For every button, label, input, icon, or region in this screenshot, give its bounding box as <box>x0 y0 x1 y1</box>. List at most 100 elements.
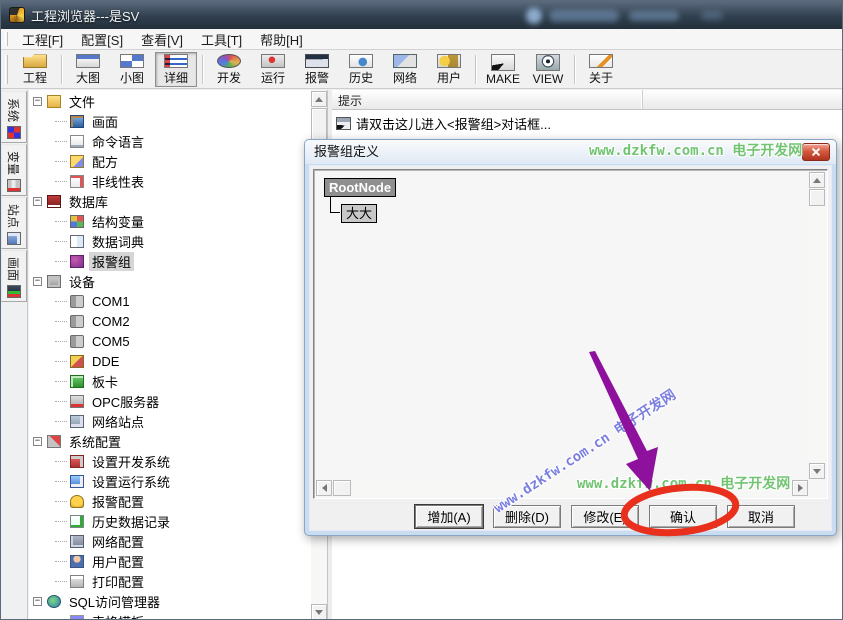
dialog-titlebar[interactable]: 报警组定义 <box>305 140 836 164</box>
modify-button[interactable]: 修改(E) <box>571 505 639 528</box>
network-icon <box>393 54 417 68</box>
sysconfig-icon <box>47 435 61 448</box>
tree-scroll-up-button[interactable] <box>311 91 327 107</box>
menubar-grip[interactable] <box>5 32 8 46</box>
titlebar-glow <box>701 11 723 20</box>
tree-item-screen[interactable]: 画面 <box>29 111 310 131</box>
menu-item-config[interactable]: 配置[S] <box>72 28 132 51</box>
tree-item-dde[interactable]: DDE <box>29 351 310 371</box>
tab-system[interactable]: 系统 <box>1 91 27 143</box>
tree-item-struct-variable[interactable]: 结构变量 <box>29 211 310 231</box>
toolbar-label-network: 网络 <box>393 69 417 86</box>
dialog-scroll-down-button[interactable] <box>809 463 825 479</box>
expand-toggle-icon[interactable]: − <box>33 197 42 206</box>
dialog-hscroll-thumb[interactable] <box>333 480 351 496</box>
tree-item-device[interactable]: −设备 <box>29 271 310 291</box>
tree-item-table-template[interactable]: 表格模板 <box>29 611 310 620</box>
dialog-scroll-left-button[interactable] <box>316 480 332 496</box>
toolbar-grip[interactable] <box>5 55 8 85</box>
dialog-vscroll-thumb[interactable] <box>809 189 825 206</box>
toolbar-button-small-icons[interactable]: 小图 <box>111 52 153 87</box>
dialog-vscroll-track[interactable] <box>809 172 825 479</box>
dialog-hscroll-track[interactable] <box>316 480 808 496</box>
tree-item-label: COM2 <box>89 314 133 329</box>
tab-station[interactable]: 站点 <box>1 197 27 249</box>
tree-scroll-down-button[interactable] <box>311 604 327 620</box>
tab-screen[interactable]: 画面 <box>1 250 27 302</box>
tree-connector <box>55 121 67 122</box>
close-icon[interactable] <box>802 143 830 161</box>
dialog-scroll-right-button[interactable] <box>792 480 808 496</box>
tab-variable[interactable]: 变量 <box>1 144 27 196</box>
tree-item-alarm-group[interactable]: 报警组 <box>29 251 310 271</box>
expand-toggle-icon[interactable]: − <box>33 97 42 106</box>
toolbar-button-user[interactable]: 用户 <box>428 52 470 87</box>
tree-item-opc-server[interactable]: OPC服务器 <box>29 391 310 411</box>
structvar-icon <box>70 215 84 228</box>
tree-item-network-station[interactable]: 网络站点 <box>29 411 310 431</box>
confirm-button[interactable]: 确认 <box>649 505 717 528</box>
column-header-tip[interactable]: 提示 <box>332 90 643 109</box>
expand-toggle-icon[interactable]: − <box>33 277 42 286</box>
window-titlebar[interactable]: 工程浏览器---是SV <box>1 1 843 29</box>
view-icon <box>536 54 560 71</box>
tree-item-user-config[interactable]: 用户配置 <box>29 551 310 571</box>
tree-item-history-record[interactable]: 历史数据记录 <box>29 511 310 531</box>
tree-item-run-system-setting[interactable]: 设置运行系统 <box>29 471 310 491</box>
tree-item-print-config[interactable]: 打印配置 <box>29 571 310 591</box>
tip-list-item[interactable]: 请双击这儿进入<报警组>对话框... <box>332 110 843 137</box>
tree-item-system-config[interactable]: −系统配置 <box>29 431 310 451</box>
toolbar-button-details[interactable]: 详细 <box>155 52 197 87</box>
toolbar-button-project[interactable]: 工程 <box>14 52 56 87</box>
toolbar-button-network[interactable]: 网络 <box>384 52 426 87</box>
delete-button[interactable]: 删除(D) <box>493 505 561 528</box>
tree-item-dev-system-setting[interactable]: 设置开发系统 <box>29 451 310 471</box>
toolbar-button-develop[interactable]: 开发 <box>208 52 250 87</box>
tree-item-com1[interactable]: COM1 <box>29 291 310 311</box>
menu-item-help[interactable]: 帮助[H] <box>251 28 312 51</box>
tree-item-network-config[interactable]: 网络配置 <box>29 531 310 551</box>
tree-node-rootnode[interactable]: RootNode <box>324 178 396 197</box>
toolbar-button-view[interactable]: VIEW <box>527 52 569 87</box>
toolbar-button-alarm[interactable]: 报警 <box>296 52 338 87</box>
tree-item-command-language[interactable]: 命令语言 <box>29 131 310 151</box>
toolbar-button-about[interactable]: 关于 <box>580 52 622 87</box>
tree-item-alarm-config[interactable]: 报警配置 <box>29 491 310 511</box>
toolbar-button-make[interactable]: MAKE <box>481 52 525 87</box>
tree-item-label: 用户配置 <box>89 552 147 571</box>
tree-item-label: SQL访问管理器 <box>66 592 163 611</box>
toolbar-button-history[interactable]: 历史 <box>340 52 382 87</box>
menu-item-tools[interactable]: 工具[T] <box>192 28 251 51</box>
tree-item-database[interactable]: −数据库 <box>29 191 310 211</box>
tree-item-sql-access-manager[interactable]: − SQL访问管理器 <box>29 591 310 611</box>
tree-item-file[interactable]: −文件 <box>29 91 310 111</box>
toolbar-label-view: VIEW <box>533 72 564 86</box>
tree-item-board[interactable]: 板卡 <box>29 371 310 391</box>
alarmcfg-icon <box>70 495 84 508</box>
dialog-client-area: RootNode 大大 增加(A) 删除(D) 修改(E) 确认取消 <box>309 165 832 531</box>
menu-item-view[interactable]: 查看[V] <box>132 28 192 51</box>
toolbar-button-run[interactable]: 运行 <box>252 52 294 87</box>
com-icon <box>70 315 84 328</box>
column-header-empty[interactable] <box>643 90 843 109</box>
tree-node-child[interactable]: 大大 <box>341 204 377 223</box>
expand-toggle-icon[interactable]: − <box>33 437 42 446</box>
tab-label-screen: 画面 <box>0 262 28 276</box>
expand-toggle-icon[interactable]: − <box>33 597 42 606</box>
tree-item-com5[interactable]: COM5 <box>29 331 310 351</box>
cancel-button[interactable]: 取消 <box>727 505 795 528</box>
tree-item-nonlinear-table[interactable]: 非线性表 <box>29 171 310 191</box>
dialog-shortcut-icon <box>336 117 351 130</box>
tree-item-com2[interactable]: COM2 <box>29 311 310 331</box>
tree-item-data-dictionary[interactable]: 数据词典 <box>29 231 310 251</box>
tree-item-label: 报警配置 <box>89 492 147 511</box>
dialog-scroll-up-button[interactable] <box>809 172 825 188</box>
toolbar-label-project: 工程 <box>23 69 47 86</box>
com-icon <box>70 335 84 348</box>
menu-item-project[interactable]: 工程[F] <box>13 28 72 51</box>
toolbar-button-large-icons[interactable]: 大图 <box>67 52 109 87</box>
tab-label-system: 系统 <box>0 103 28 117</box>
add-button[interactable]: 增加(A) <box>415 505 483 528</box>
tree-item-recipe[interactable]: 配方 <box>29 151 310 171</box>
tree-connector <box>55 521 67 522</box>
